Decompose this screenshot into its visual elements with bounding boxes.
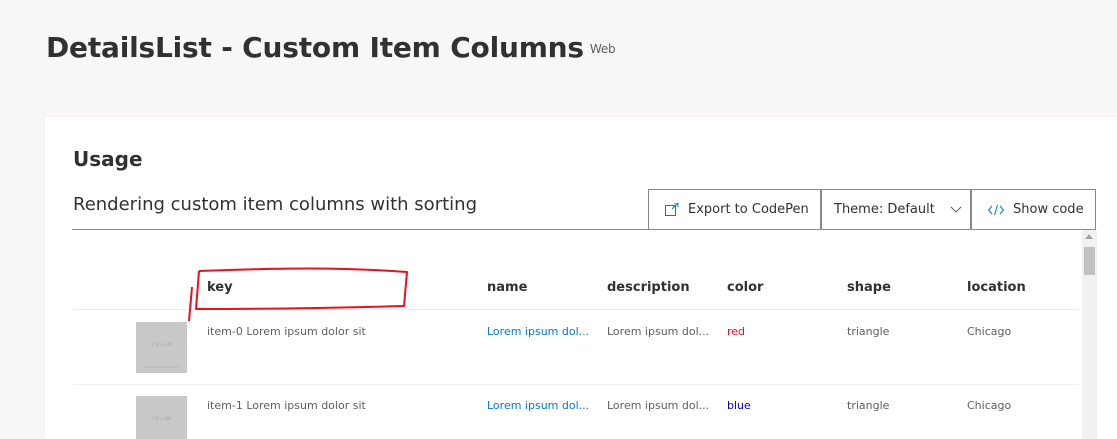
cell-key: item-0 Lorem ipsum dolor sit xyxy=(207,325,366,338)
code-icon xyxy=(988,204,1004,216)
column-header-divider xyxy=(74,309,1078,310)
thumbnail-caption-text: Powered by placehold xyxy=(145,365,178,369)
item-thumbnail-image: 176 x 176 Powered by placehold xyxy=(136,322,187,373)
details-list: key name description color shape locatio… xyxy=(45,230,1081,439)
thumbnail-size-text: 196 x 196 xyxy=(151,416,172,421)
page-title-text: DetailsList - Custom Item Columns xyxy=(46,31,584,64)
column-header-name[interactable]: name xyxy=(487,280,527,295)
cell-key: item-1 Lorem ipsum dolor sit xyxy=(207,399,366,412)
example-card: Usage Rendering custom item columns with… xyxy=(45,117,1117,439)
thumbnail-size-text: 176 x 176 xyxy=(151,342,172,347)
scrollbar-thumb[interactable] xyxy=(1084,247,1095,275)
column-header-key[interactable]: key xyxy=(207,280,233,295)
cell-location: Chicago xyxy=(967,325,1012,338)
example-title: Rendering custom item columns with sorti… xyxy=(73,194,477,215)
theme-dropdown[interactable]: Theme: Default xyxy=(821,189,971,229)
item-thumbnail-image: 196 x 196 xyxy=(136,396,187,439)
vertical-scrollbar[interactable] xyxy=(1082,230,1097,439)
cell-name-link[interactable]: Lorem ipsum dol... xyxy=(487,325,589,338)
cell-location: Chicago xyxy=(967,399,1012,412)
show-code-button[interactable]: Show code xyxy=(971,189,1096,229)
cell-description: Lorem ipsum dol... xyxy=(607,325,710,338)
cell-color: blue xyxy=(727,399,751,412)
column-header-shape[interactable]: shape xyxy=(847,280,891,295)
cell-name-link[interactable]: Lorem ipsum dol... xyxy=(487,399,589,412)
platform-label: Web xyxy=(589,42,616,56)
cell-color: red xyxy=(727,325,746,338)
cell-shape: triangle xyxy=(847,325,890,338)
cell-description: Lorem ipsum dol... xyxy=(607,399,710,412)
theme-label: Theme: Default xyxy=(834,202,935,217)
column-header-description[interactable]: description xyxy=(607,280,690,295)
table-row[interactable]: 176 x 176 Powered by placehold item-0 Lo… xyxy=(74,311,1078,385)
code-label: Show code xyxy=(1013,202,1084,217)
cell-shape: triangle xyxy=(847,399,890,412)
external-link-icon xyxy=(665,203,679,216)
page-title: DetailsList - Custom Item Columns Web xyxy=(46,31,616,64)
export-to-codepen-button[interactable]: Export to CodePen xyxy=(648,189,821,229)
scroll-up-arrow-icon[interactable] xyxy=(1085,234,1093,239)
table-row[interactable]: 196 x 196 item-1 Lorem ipsum dolor sit L… xyxy=(74,385,1078,439)
column-header-location[interactable]: location xyxy=(967,280,1026,295)
export-label: Export to CodePen xyxy=(688,202,809,217)
chevron-down-icon xyxy=(950,203,962,215)
column-header-color[interactable]: color xyxy=(727,280,763,295)
usage-heading: Usage xyxy=(73,147,143,171)
